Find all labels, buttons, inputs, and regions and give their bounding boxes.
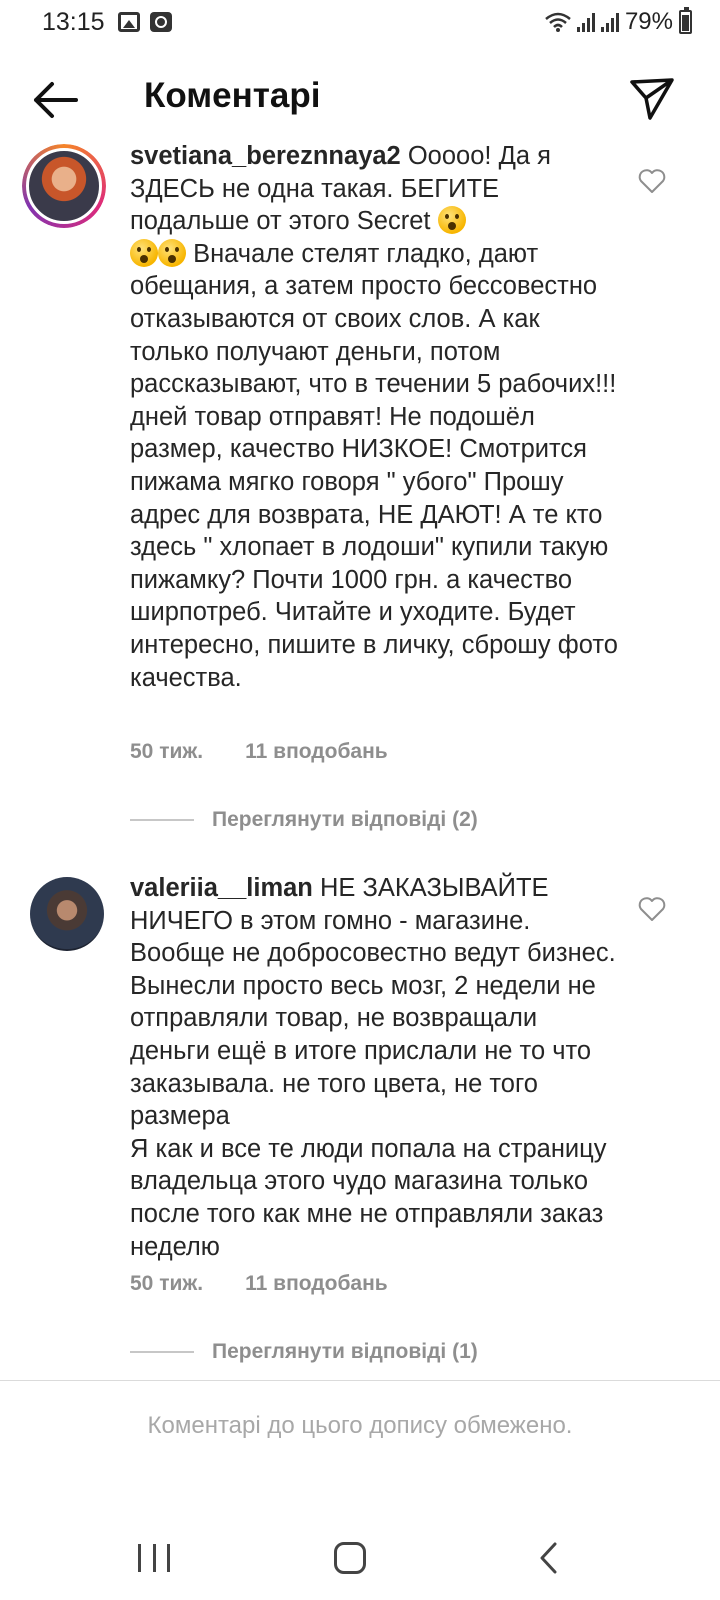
view-replies-button[interactable]: Переглянути відповіді (1) bbox=[130, 1340, 478, 1364]
page-title: Коментарі bbox=[144, 76, 321, 115]
clock-app-icon bbox=[150, 12, 172, 32]
header: Коментарі bbox=[0, 60, 720, 140]
comments-restricted-notice: Коментарі до цього допису обмежено. bbox=[147, 1412, 573, 1439]
recent-apps-icon[interactable] bbox=[138, 1544, 170, 1572]
wifi-icon bbox=[545, 12, 571, 32]
system-nav-bar bbox=[0, 1500, 720, 1600]
comment-text-part: НЕ ЗАКАЗЫВАЙТЕ НИЧЕГО в этом гомно - маг… bbox=[130, 874, 616, 1131]
replies-divider bbox=[130, 1351, 194, 1353]
comment-likes[interactable]: 11 вподобань bbox=[245, 740, 388, 764]
heart-icon[interactable] bbox=[638, 168, 666, 194]
comment-text-part: Я как и все те люди попала на страницу в… bbox=[130, 1134, 607, 1261]
comment-likes[interactable]: 11 вподобань bbox=[245, 1272, 388, 1296]
image-icon bbox=[118, 12, 140, 32]
replies-divider bbox=[130, 819, 194, 821]
view-replies-label[interactable]: Переглянути відповіді (1) bbox=[212, 1340, 478, 1364]
send-icon[interactable] bbox=[628, 74, 676, 122]
comment-time: 50 тиж. bbox=[130, 740, 204, 763]
battery-icon bbox=[679, 7, 692, 34]
avatar[interactable] bbox=[30, 877, 104, 951]
view-replies-button[interactable]: Переглянути відповіді (2) bbox=[130, 808, 478, 832]
signal-icon bbox=[600, 12, 619, 32]
arrow-left-icon[interactable] bbox=[30, 78, 80, 122]
comment-username[interactable]: valeriia__liman bbox=[130, 874, 313, 902]
comment-text: svetiana_bereznnaya2 Ооооо! Да я ЗДЕСЬ н… bbox=[130, 140, 620, 694]
comment-meta: 50 тиж. 11 вподобань bbox=[130, 1272, 388, 1296]
status-time: 13:15 bbox=[42, 8, 105, 36]
home-icon[interactable] bbox=[334, 1542, 366, 1574]
comment-text: valeriia__liman НЕ ЗАКАЗЫВАЙТЕ НИЧЕГО в … bbox=[130, 872, 620, 1263]
comment-text-part: Вначале стелят гладко, дают обещания, а … bbox=[130, 239, 618, 692]
comment-time: 50 тиж. bbox=[130, 1272, 204, 1295]
hushed-face-emoji-icon bbox=[437, 206, 466, 235]
comment-meta: 50 тиж. 11 вподобань bbox=[130, 740, 388, 764]
comment-username[interactable]: svetiana_bereznnaya2 bbox=[130, 142, 401, 170]
hushed-face-emoji-icon bbox=[130, 238, 158, 267]
battery-percent: 79% bbox=[624, 8, 673, 35]
view-replies-label[interactable]: Переглянути відповіді (2) bbox=[212, 808, 478, 832]
signal-icon bbox=[576, 12, 595, 32]
status-bar: 13:15 79% bbox=[0, 0, 720, 48]
back-icon[interactable] bbox=[538, 1542, 558, 1574]
avatar[interactable] bbox=[22, 144, 106, 228]
heart-icon[interactable] bbox=[638, 896, 666, 922]
hushed-face-emoji-icon bbox=[158, 238, 186, 267]
footer-divider bbox=[0, 1380, 720, 1381]
